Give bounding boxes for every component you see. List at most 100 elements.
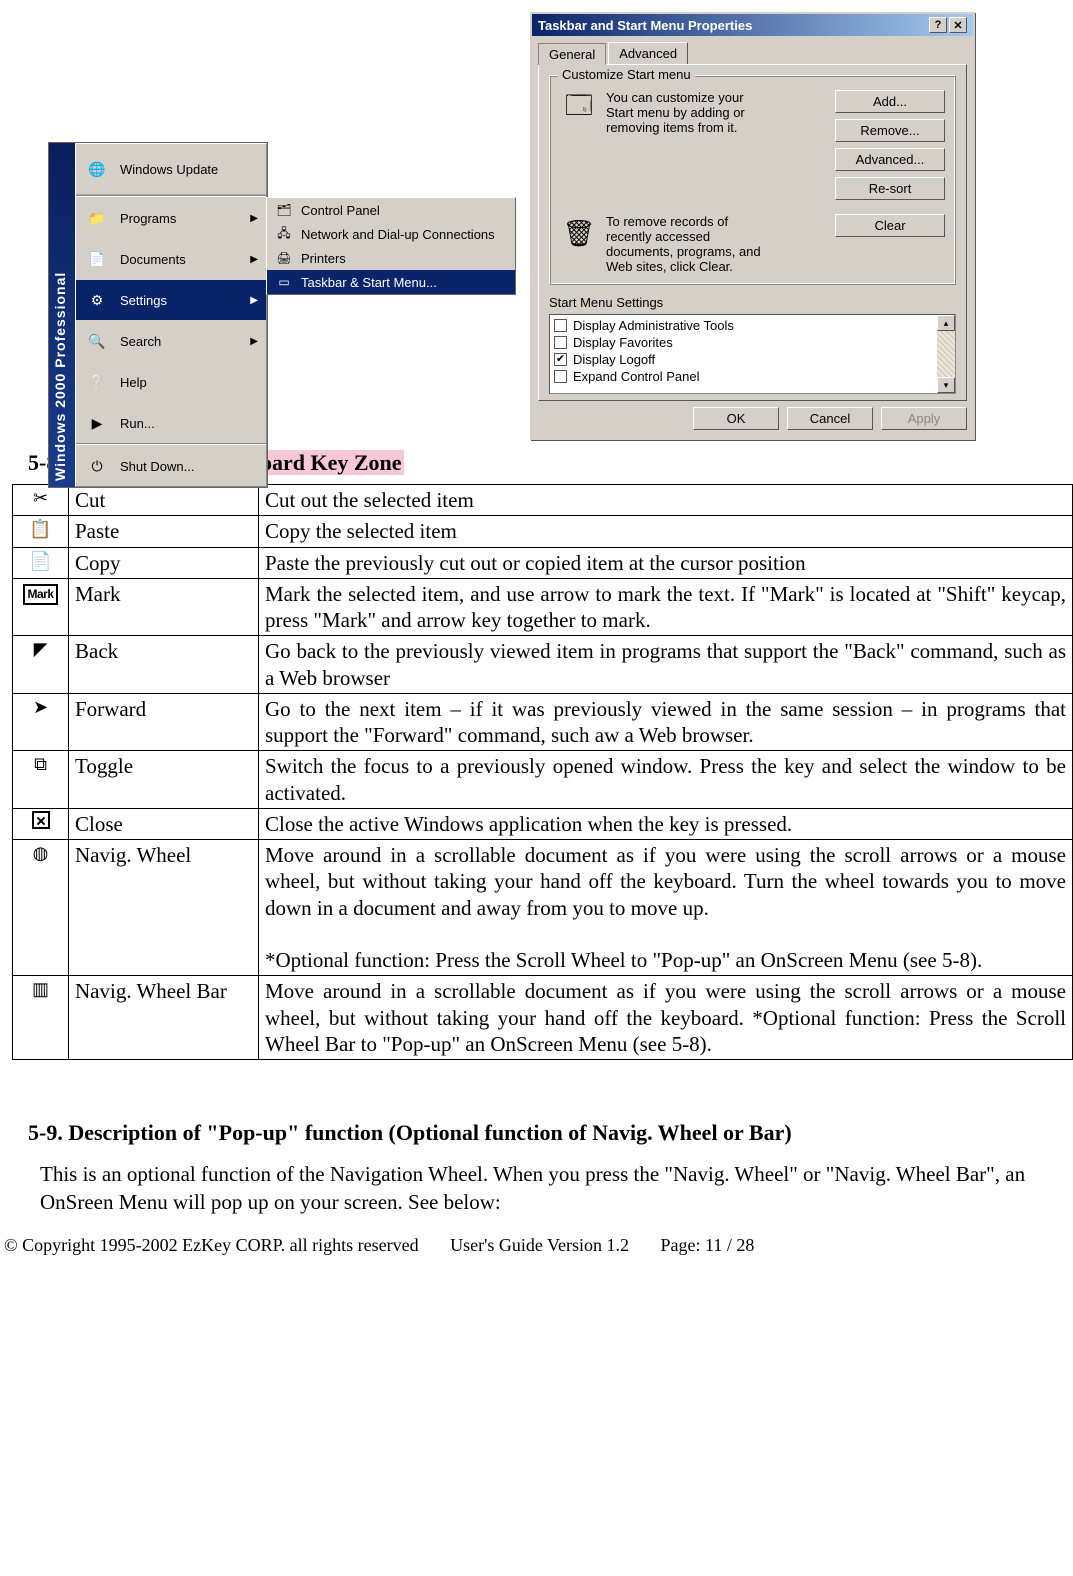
shutdown-icon: ⏻ [84, 455, 110, 477]
taskbar-properties-dialog: Taskbar and Start Menu Properties ? ✕ Ge… [530, 12, 975, 440]
printers-icon: 🖨 [275, 250, 293, 266]
recycle-icon: 🗑 [560, 214, 598, 252]
table-row: ◍Navig. WheelMove around in a scrollable… [13, 840, 1073, 976]
table-row: ◤BackGo back to the previously viewed it… [13, 636, 1073, 694]
apply-button[interactable]: Apply [881, 407, 967, 430]
submenu-item-taskbar[interactable]: ▭ Taskbar & Start Menu... [267, 270, 515, 294]
key-icon: 📋 [13, 516, 69, 547]
section-5-9-heading: 5-9. Description of "Pop-up" function (O… [28, 1120, 1073, 1146]
help-button[interactable]: ? [929, 17, 947, 33]
key-name: Toggle [69, 751, 259, 809]
start-menu-item-search[interactable]: 🔍 Search ▶ [76, 320, 266, 361]
remove-button[interactable]: Remove... [835, 119, 945, 142]
page-footer: © Copyright 1995-2002 EzKey CORP. all ri… [4, 1235, 1073, 1256]
key-icon: Mark [13, 578, 69, 636]
chevron-right-icon: ▶ [250, 254, 258, 265]
key-name: Cut [69, 485, 259, 516]
settings-icon: ⚙ [84, 289, 110, 311]
key-icon: ➤ [13, 693, 69, 751]
submenu-item-printers[interactable]: 🖨 Printers [267, 246, 515, 270]
start-menu-settings-label: Start Menu Settings [549, 295, 956, 310]
checkbox[interactable] [554, 336, 567, 349]
clear-text: To remove records of recently accessed d… [606, 214, 766, 274]
start-menu: Windows 2000 Professional 🌐 Windows Upda… [48, 142, 268, 488]
scroll-up-icon[interactable]: ▴ [937, 315, 955, 331]
checkbox[interactable] [554, 370, 567, 383]
list-item-label: Display Administrative Tools [573, 318, 734, 333]
table-row: ➤ForwardGo to the next item – if it was … [13, 693, 1073, 751]
chevron-right-icon: ▶ [250, 213, 258, 224]
key-icon: ⧉ [13, 751, 69, 809]
clear-button[interactable]: Clear [835, 214, 945, 237]
table-row: 📄CopyPaste the previously cut out or cop… [13, 547, 1073, 578]
taskbar-icon: ▭ [275, 274, 293, 290]
ok-button[interactable]: OK [693, 407, 779, 430]
list-item[interactable]: Expand Control Panel [552, 368, 935, 385]
key-description: Move around in a scrollable document as … [259, 840, 1073, 976]
table-row: ⧉ToggleSwitch the focus to a previously … [13, 751, 1073, 809]
resort-button[interactable]: Re-sort [835, 177, 945, 200]
scrollbar[interactable]: ▴ ▾ [937, 315, 955, 393]
key-name: Close [69, 808, 259, 839]
settings-submenu: 🗂 Control Panel 🖧 Network and Dial-up Co… [266, 197, 516, 295]
scroll-track[interactable] [937, 331, 955, 377]
start-menu-label: Help [120, 375, 147, 390]
add-button[interactable]: Add... [835, 90, 945, 113]
chevron-right-icon: ▶ [250, 295, 258, 306]
key-description: Close the active Windows application whe… [259, 808, 1073, 839]
footer-version: User's Guide Version 1.2 [450, 1235, 629, 1255]
key-icon: ✂ [13, 485, 69, 516]
close-button[interactable]: ✕ [949, 17, 967, 33]
table-row: MarkMarkMark the selected item, and use … [13, 578, 1073, 636]
start-menu-label: Search [120, 334, 161, 349]
list-item[interactable]: Display Administrative Tools [552, 317, 935, 334]
submenu-label: Printers [301, 251, 346, 266]
key-description: Mark the selected item, and use arrow to… [259, 578, 1073, 636]
tab-strip: General Advanced [532, 36, 973, 64]
submenu-item-control-panel[interactable]: 🗂 Control Panel [267, 198, 515, 222]
start-menu-item-programs[interactable]: 📁 Programs ▶ [76, 197, 266, 238]
checkbox[interactable]: ✔ [554, 353, 567, 366]
key-description: Go to the next item – if it was previous… [259, 693, 1073, 751]
dialog-titlebar: Taskbar and Start Menu Properties ? ✕ [532, 14, 973, 36]
key-icon: ◤ [13, 636, 69, 694]
start-menu-strip: Windows 2000 Professional [49, 143, 75, 487]
advanced-button[interactable]: Advanced... [835, 148, 945, 171]
figures-area: Windows 2000 Professional 🌐 Windows Upda… [0, 12, 1073, 442]
table-row: 📋PasteCopy the selected item [13, 516, 1073, 547]
key-description: Cut out the selected item [259, 485, 1073, 516]
chevron-right-icon: ▶ [250, 336, 258, 347]
start-menu-item-settings[interactable]: ⚙ Settings ▶ [76, 279, 266, 320]
start-menu-item-shutdown[interactable]: ⏻ Shut Down... [76, 445, 266, 486]
start-menu-item-help[interactable]: ❔ Help [76, 361, 266, 402]
start-menu-item-windows-update[interactable]: 🌐 Windows Update [76, 144, 266, 195]
settings-listbox[interactable]: Display Administrative Tools Display Fav… [549, 314, 956, 394]
key-name: Navig. Wheel [69, 840, 259, 976]
start-menu-item-run[interactable]: ▶ Run... [76, 402, 266, 443]
cancel-button[interactable]: Cancel [787, 407, 873, 430]
tab-advanced[interactable]: Advanced [608, 42, 688, 64]
key-description: Switch the focus to a previously opened … [259, 751, 1073, 809]
list-item-label: Display Favorites [573, 335, 673, 350]
dialog-title: Taskbar and Start Menu Properties [538, 18, 752, 33]
start-menu-label: Windows Update [120, 162, 218, 177]
checkbox[interactable] [554, 319, 567, 332]
help-icon: ❔ [84, 371, 110, 393]
windows-update-icon: 🌐 [84, 158, 110, 180]
key-name: Navig. Wheel Bar [69, 976, 259, 1060]
dialog-button-row: OK Cancel Apply [532, 407, 973, 438]
start-menu-item-documents[interactable]: 📄 Documents ▶ [76, 238, 266, 279]
run-icon: ▶ [84, 412, 110, 434]
list-item[interactable]: Display Favorites [552, 334, 935, 351]
submenu-label: Taskbar & Start Menu... [301, 275, 437, 290]
start-menu-label: Documents [120, 252, 186, 267]
scroll-down-icon[interactable]: ▾ [937, 377, 955, 393]
key-icon: ◍ [13, 840, 69, 976]
submenu-label: Control Panel [301, 203, 380, 218]
list-item[interactable]: ✔ Display Logoff [552, 351, 935, 368]
key-name: Mark [69, 578, 259, 636]
submenu-item-network[interactable]: 🖧 Network and Dial-up Connections [267, 222, 515, 246]
table-row: ✂CutCut out the selected item [13, 485, 1073, 516]
tab-general[interactable]: General [538, 43, 606, 65]
key-description: Copy the selected item [259, 516, 1073, 547]
